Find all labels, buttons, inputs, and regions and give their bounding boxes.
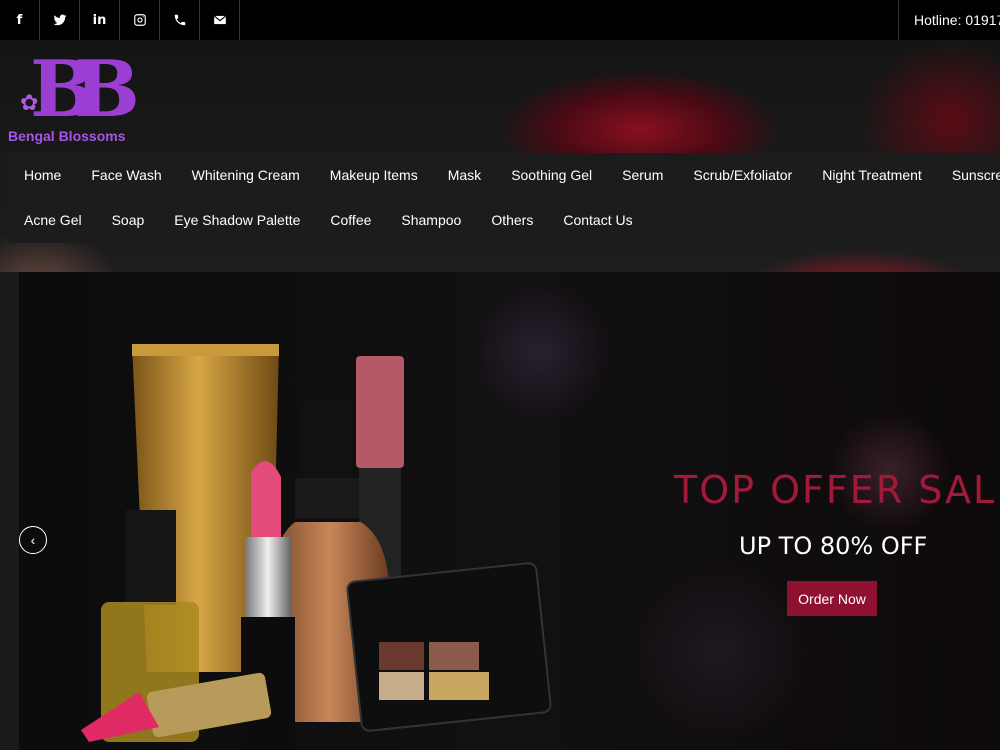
- nav-item-acne-gel[interactable]: Acne Gel: [9, 198, 97, 243]
- logo[interactable]: BB ✿ Bengal Blossoms: [8, 48, 148, 148]
- nav-item-soothing-gel[interactable]: Soothing Gel: [496, 153, 607, 198]
- slider-prev-button[interactable]: ‹: [19, 526, 47, 554]
- facebook-icon[interactable]: f: [0, 0, 40, 40]
- instagram-icon[interactable]: [120, 0, 160, 40]
- phone-icon[interactable]: [160, 0, 200, 40]
- nav-item-soap[interactable]: Soap: [97, 198, 160, 243]
- linkedin-icon[interactable]: in: [80, 0, 120, 40]
- nav-item-sunscreen[interactable]: Sunscreen: [937, 153, 1000, 198]
- top-bar: f in Hotline: 01917: [0, 0, 1000, 40]
- offer-subtitle: UP TO 80% OFF: [739, 532, 928, 560]
- social-links: f in: [0, 0, 240, 40]
- nav-item-serum[interactable]: Serum: [607, 153, 678, 198]
- twitter-icon[interactable]: [40, 0, 80, 40]
- offer-title: TOP OFFER SALE: [674, 468, 1000, 512]
- hotline-text: Hotline: 01917: [898, 0, 1000, 40]
- nav-item-shampoo[interactable]: Shampoo: [386, 198, 476, 243]
- nav-item-night-treatment[interactable]: Night Treatment: [807, 153, 937, 198]
- nav-item-face-wash[interactable]: Face Wash: [76, 153, 176, 198]
- nav-item-contact-us[interactable]: Contact Us: [548, 198, 647, 243]
- nav-item-mask[interactable]: Mask: [433, 153, 496, 198]
- email-icon[interactable]: [200, 0, 240, 40]
- cosmetics-image: [81, 344, 552, 750]
- nav-item-whitening-cream[interactable]: Whitening Cream: [177, 153, 315, 198]
- nav-item-home[interactable]: Home: [9, 153, 76, 198]
- order-now-button[interactable]: Order Now: [787, 581, 877, 616]
- nav-item-coffee[interactable]: Coffee: [315, 198, 386, 243]
- nav-item-scrub-exfoliator[interactable]: Scrub/Exfoliator: [678, 153, 807, 198]
- main-navigation: Home Face Wash Whitening Cream Makeup It…: [9, 153, 1000, 243]
- nav-row: Home Face Wash Whitening Cream Makeup It…: [9, 153, 1000, 198]
- nav-item-eye-shadow-palette[interactable]: Eye Shadow Palette: [159, 198, 315, 243]
- nav-item-makeup-items[interactable]: Makeup Items: [315, 153, 433, 198]
- flower-icon: ✿: [20, 90, 39, 115]
- logo-mark: BB: [30, 44, 140, 135]
- hero-slider[interactable]: ‹ TOP OFFER SALE UP TO 80% OFF Order Now: [19, 272, 1000, 750]
- nav-row: Acne Gel Soap Eye Shadow Palette Coffee …: [9, 198, 1000, 243]
- logo-text: Bengal Blossoms: [8, 128, 126, 144]
- nav-item-others[interactable]: Others: [476, 198, 548, 243]
